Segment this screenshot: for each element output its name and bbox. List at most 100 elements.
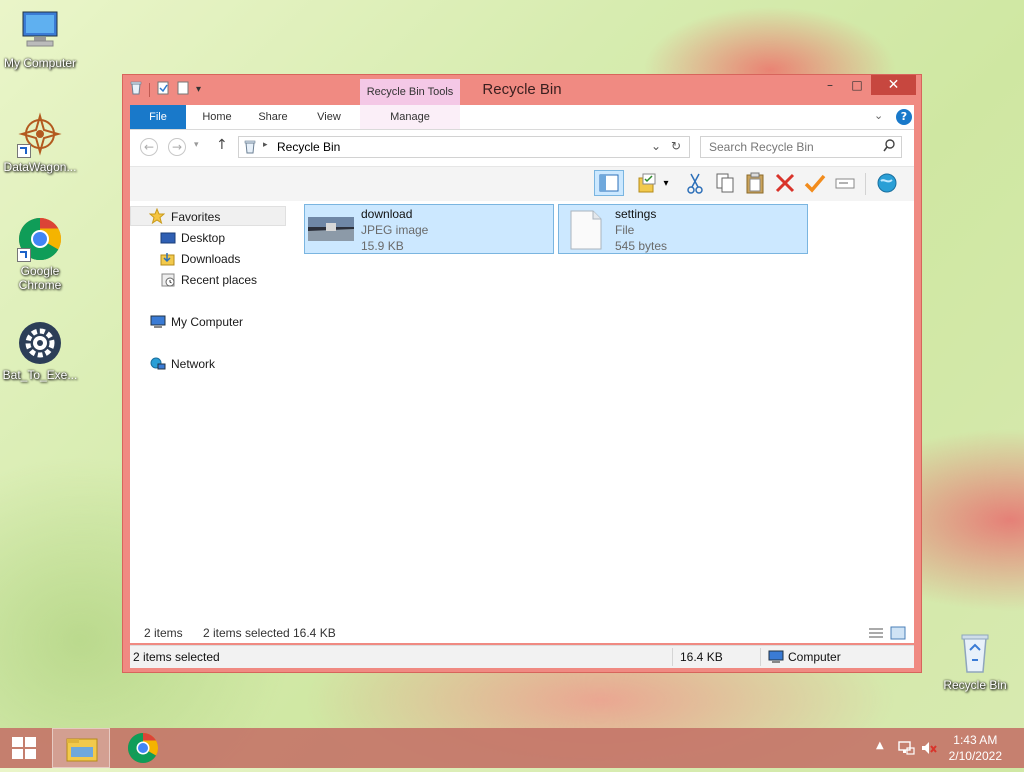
file-tile-download[interactable]: download JPEG image 15.9 KB	[304, 204, 554, 254]
desktop-icon-recycle-bin[interactable]: Recycle Bin	[935, 630, 1015, 692]
explorer-window[interactable]: ▾ Recycle Bin Tools Recycle Bin – □ ✕ Fi…	[122, 74, 922, 673]
globe-icon[interactable]	[875, 172, 899, 196]
close-button[interactable]: ✕	[871, 75, 916, 95]
status-bar: 2 items selected 16.4 KB Computer	[130, 645, 914, 668]
search-icon[interactable]	[883, 139, 895, 156]
tab-file[interactable]: File	[130, 105, 186, 129]
details-view-icon[interactable]	[868, 626, 884, 643]
desktop-icon-datawagon[interactable]: DataWagon...	[0, 112, 80, 174]
nav-item-network[interactable]: Network	[130, 354, 286, 374]
taskbar: ▲ 1:43 AM 2/10/2022	[0, 728, 1024, 768]
search-box[interactable]: Search Recycle Bin	[700, 136, 902, 158]
back-button[interactable]: ←	[140, 138, 158, 156]
window-title: Recycle Bin	[482, 81, 562, 98]
address-row: ← → ▾ ↑ ▸ Recycle Bin ⌄ ↻ Search Recycle…	[130, 130, 914, 166]
nav-label: Downloads	[181, 252, 241, 266]
computer-icon	[150, 315, 166, 329]
nav-label: Favorites	[171, 210, 221, 224]
nav-label: Desktop	[181, 231, 226, 245]
dropdown-arrow-icon[interactable]: ▾	[660, 172, 672, 196]
taskbar-chrome[interactable]	[116, 728, 170, 768]
breadcrumb-recycle-bin[interactable]: Recycle Bin	[277, 140, 340, 154]
toolbar-separator	[865, 173, 866, 195]
shortcut-arrow-icon	[17, 248, 31, 262]
content-area: Favorites Desktop Downloads Recent place…	[130, 201, 914, 643]
restore-check-icon[interactable]	[803, 172, 827, 196]
computer-icon	[17, 8, 63, 54]
desktop-icon-label: My Computer	[3, 56, 77, 70]
item-count: 2 items	[144, 626, 183, 640]
address-dropdown-icon[interactable]: ⌄	[651, 139, 661, 153]
selection-size: 16.4 KB	[293, 626, 336, 640]
nav-item-downloads[interactable]: Downloads	[130, 249, 286, 269]
status-text: 2 items selected	[133, 650, 220, 664]
file-type: File	[615, 223, 635, 237]
nav-item-desktop[interactable]: Desktop	[130, 228, 286, 248]
recent-places-icon	[160, 273, 175, 287]
status-separator	[760, 648, 761, 666]
shortcut-arrow-icon	[17, 144, 31, 158]
taskbar-file-explorer[interactable]	[52, 728, 110, 768]
preview-pane-button[interactable]	[594, 170, 624, 196]
nav-label: My Computer	[171, 315, 244, 329]
address-bar[interactable]: ▸ Recycle Bin ⌄ ↻	[238, 136, 690, 158]
copy-icon[interactable]	[713, 172, 737, 196]
ribbon-tab-bar: File Home Share View Manage ⌄ ?	[130, 105, 914, 130]
volume-muted-icon[interactable]	[920, 739, 938, 760]
recent-locations-dropdown[interactable]: ▾	[194, 140, 199, 150]
selection-count: 2 items selected	[203, 626, 290, 640]
tab-view[interactable]: View	[304, 105, 354, 129]
status-location: Computer	[788, 650, 841, 664]
desktop-icon-label: Bat_To_Exe...	[2, 368, 78, 382]
rename-icon[interactable]	[833, 172, 857, 196]
desktop-icon-google-chrome[interactable]: Google Chrome	[0, 216, 80, 292]
nav-label: Recent places	[181, 273, 258, 287]
search-input[interactable]: Search Recycle Bin	[709, 140, 814, 154]
breadcrumb-separator-icon: ▸	[263, 140, 268, 150]
network-tray-icon[interactable]	[897, 739, 915, 760]
show-hidden-icons-button[interactable]: ▲	[876, 740, 884, 751]
clock[interactable]: 1:43 AM 2/10/2022	[949, 732, 1002, 764]
nav-label: Network	[171, 357, 216, 371]
desktop-icon-my-computer[interactable]: My Computer	[0, 8, 80, 70]
status-separator	[672, 648, 673, 666]
desktop-icon-bat-to-exe[interactable]: Bat_To_Exe...	[0, 320, 80, 382]
delete-icon[interactable]	[773, 172, 797, 196]
network-icon	[150, 357, 166, 371]
large-icons-view-icon[interactable]	[890, 626, 906, 643]
file-size: 545 bytes	[615, 239, 668, 253]
up-button[interactable]: ↑	[216, 137, 228, 153]
nav-item-my-computer[interactable]: My Computer	[130, 312, 286, 332]
minimize-button[interactable]: –	[817, 75, 843, 95]
tab-manage[interactable]: Manage	[360, 105, 460, 129]
refresh-icon[interactable]: ↻	[671, 139, 681, 153]
folder-options-icon[interactable]	[636, 172, 660, 196]
recycle-bin-small-icon	[243, 140, 257, 157]
paste-icon[interactable]	[743, 172, 767, 196]
image-thumbnail	[308, 217, 354, 241]
help-icon[interactable]: ?	[896, 109, 912, 125]
desktop-icon-label: Recycle Bin	[943, 678, 1007, 692]
navigation-pane: Favorites Desktop Downloads Recent place…	[130, 201, 290, 643]
gear-icon	[17, 320, 63, 366]
file-name: download	[361, 207, 413, 221]
recycle-bin-icon	[952, 630, 998, 676]
maximize-button[interactable]: □	[844, 75, 870, 95]
star-icon	[148, 207, 166, 225]
expand-ribbon-icon[interactable]: ⌄	[874, 109, 883, 122]
tab-home[interactable]: Home	[192, 105, 242, 129]
desktop-icon-label: DataWagon...	[3, 160, 77, 174]
file-tile-settings[interactable]: settings File 545 bytes	[558, 204, 808, 254]
tab-share[interactable]: Share	[248, 105, 298, 129]
desktop-folder-icon	[160, 231, 176, 245]
nav-item-recent-places[interactable]: Recent places	[130, 270, 286, 290]
downloads-folder-icon	[160, 252, 175, 266]
desktop-icon-label: Google Chrome	[18, 264, 62, 292]
chrome-icon	[17, 216, 63, 262]
start-button[interactable]	[0, 728, 48, 768]
title-bar[interactable]: ▾ Recycle Bin Tools Recycle Bin – □ ✕	[123, 75, 921, 105]
forward-button[interactable]: →	[168, 138, 186, 156]
nav-item-favorites[interactable]: Favorites	[130, 206, 286, 226]
clock-time: 1:43 AM	[953, 733, 998, 747]
cut-icon[interactable]	[683, 172, 707, 196]
